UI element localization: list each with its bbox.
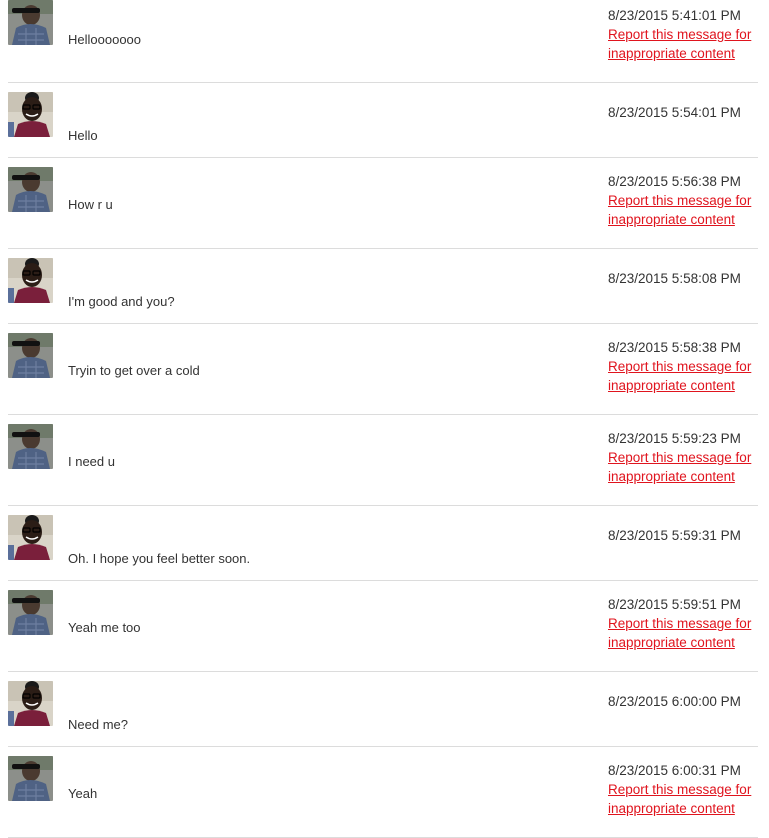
report-message-link[interactable]: Report this message for inappropriate co… bbox=[608, 614, 758, 652]
man-photo-avatar bbox=[8, 333, 53, 378]
message-divider bbox=[8, 505, 758, 506]
message-divider bbox=[8, 82, 758, 83]
message-divider bbox=[8, 671, 758, 672]
message-divider bbox=[8, 414, 758, 415]
message-timestamp: 8/23/2015 5:58:08 PM bbox=[608, 271, 741, 286]
message-timestamp: 8/23/2015 5:54:01 PM bbox=[608, 105, 741, 120]
man-photo-avatar bbox=[8, 590, 53, 635]
message-text: How r u bbox=[68, 197, 113, 212]
message-timestamp: 8/23/2015 5:41:01 PM bbox=[608, 8, 741, 23]
message-text: Need me? bbox=[68, 717, 128, 732]
man-photo-avatar bbox=[8, 0, 53, 45]
message-text: Tryin to get over a cold bbox=[68, 363, 200, 378]
message-meta: 8/23/2015 5:56:38 PM Report this message … bbox=[608, 172, 758, 229]
woman-photo-avatar bbox=[8, 515, 53, 560]
man-photo-avatar bbox=[8, 756, 53, 801]
message-timestamp: 8/23/2015 5:59:51 PM bbox=[608, 597, 741, 612]
message-timestamp: 8/23/2015 6:00:31 PM bbox=[608, 763, 741, 778]
message-meta: 8/23/2015 6:00:31 PM Report this message … bbox=[608, 761, 758, 818]
message-divider bbox=[8, 580, 758, 581]
man-photo-avatar bbox=[8, 167, 53, 212]
message-divider bbox=[8, 248, 758, 249]
woman-photo-avatar bbox=[8, 92, 53, 137]
report-message-link[interactable]: Report this message for inappropriate co… bbox=[608, 780, 758, 818]
message-divider bbox=[8, 157, 758, 158]
message-text: I'm good and you? bbox=[68, 294, 175, 309]
message-meta: 8/23/2015 6:00:00 PM bbox=[608, 692, 758, 711]
message-meta: 8/23/2015 5:59:31 PM bbox=[608, 526, 758, 545]
man-photo-avatar bbox=[8, 424, 53, 469]
message-text: Yeah me too bbox=[68, 620, 141, 635]
woman-photo-avatar bbox=[8, 258, 53, 303]
message-divider bbox=[8, 323, 758, 324]
message-timestamp: 8/23/2015 5:58:38 PM bbox=[608, 340, 741, 355]
message-text: Yeah bbox=[68, 786, 98, 801]
message-meta: 8/23/2015 5:54:01 PM bbox=[608, 103, 758, 122]
message-meta: 8/23/2015 5:59:23 PM Report this message … bbox=[608, 429, 758, 486]
report-message-link[interactable]: Report this message for inappropriate co… bbox=[608, 448, 758, 486]
report-message-link[interactable]: Report this message for inappropriate co… bbox=[608, 25, 758, 63]
message-meta: 8/23/2015 5:41:01 PM Report this message … bbox=[608, 6, 758, 63]
message-timestamp: 8/23/2015 5:59:31 PM bbox=[608, 528, 741, 543]
message-meta: 8/23/2015 5:58:38 PM Report this message … bbox=[608, 338, 758, 395]
message-timestamp: 8/23/2015 5:59:23 PM bbox=[608, 431, 741, 446]
report-message-link[interactable]: Report this message for inappropriate co… bbox=[608, 357, 758, 395]
message-timestamp: 8/23/2015 6:00:00 PM bbox=[608, 694, 741, 709]
message-timestamp: 8/23/2015 5:56:38 PM bbox=[608, 174, 741, 189]
message-text: Oh. I hope you feel better soon. bbox=[68, 551, 251, 566]
message-text: Hello bbox=[68, 128, 98, 143]
message-meta: 8/23/2015 5:58:08 PM bbox=[608, 269, 758, 288]
message-meta: 8/23/2015 5:59:51 PM Report this message … bbox=[608, 595, 758, 652]
report-message-link[interactable]: Report this message for inappropriate co… bbox=[608, 191, 758, 229]
message-divider bbox=[8, 746, 758, 747]
message-text: I need u bbox=[68, 454, 115, 469]
message-text: Hellooooooo bbox=[68, 32, 142, 47]
woman-photo-avatar bbox=[8, 681, 53, 726]
